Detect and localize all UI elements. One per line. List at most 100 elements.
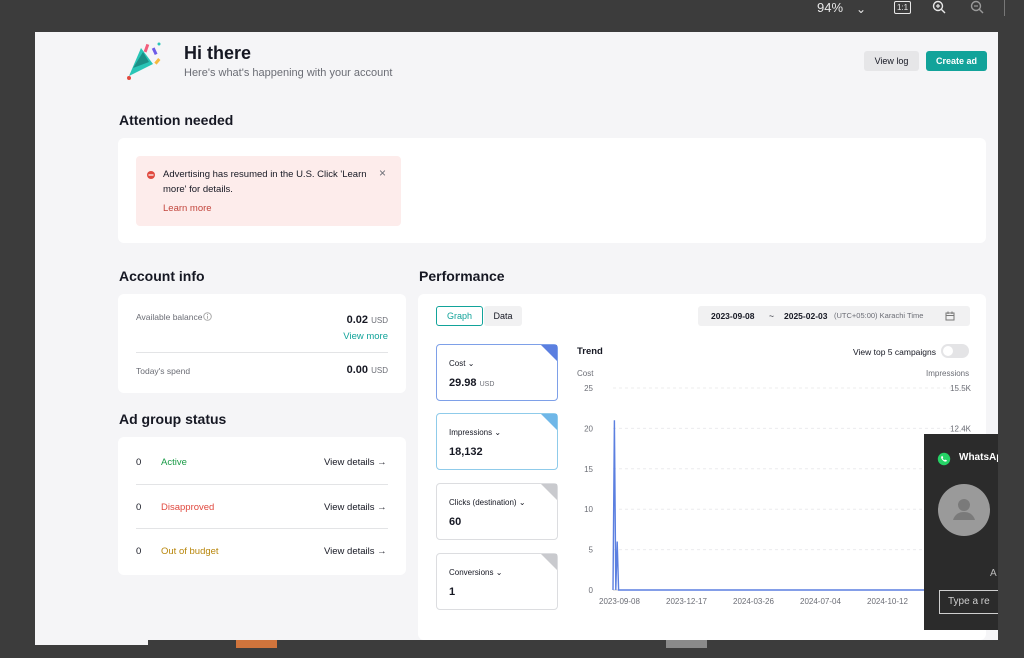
info-icon[interactable]: [203, 312, 212, 321]
metric-unit: USD: [479, 381, 495, 388]
party-popper-icon: [127, 42, 161, 80]
viewer-toolbar: [0, 0, 1024, 32]
balance-unit: USD: [371, 316, 388, 325]
balance-label: Available balance: [136, 312, 203, 322]
selected-corner-mark: [541, 414, 557, 430]
y-tick-label: 15: [584, 465, 593, 474]
metric-card-clicks[interactable]: Clicks (destination) ⌄ 60: [436, 483, 558, 540]
metric-label: Cost ⌄: [449, 359, 475, 368]
balance-value: 0.02 USD: [347, 314, 388, 326]
attention-heading: Attention needed: [119, 112, 234, 128]
metric-card-impressions[interactable]: Impressions ⌄ 18,132: [436, 413, 558, 470]
right-y-tick-label: 12.4K: [950, 424, 972, 433]
whatsapp-icon: [937, 452, 951, 466]
left-axis-label: Cost: [577, 369, 594, 378]
top5-toggle[interactable]: [941, 344, 969, 358]
metric-label: Impressions ⌄: [449, 428, 502, 437]
avatar: [938, 484, 990, 536]
top5-label: View top 5 campaigns: [853, 347, 937, 357]
viewer-bottom-strip: [35, 640, 998, 658]
bottom-page-edge: [35, 640, 148, 645]
metric-label: Clicks (destination) ⌄: [449, 498, 526, 507]
status-count: 0: [136, 546, 142, 557]
right-y-tick-label: 15.5K: [950, 384, 972, 393]
view-details-link[interactable]: View details →: [324, 502, 387, 513]
chevron-down-icon: ⌄: [495, 568, 503, 577]
view-details-label: View details: [324, 546, 375, 557]
date-end: 2025-02-03: [784, 311, 828, 321]
timezone: (UTC+05:00) Karachi Time: [834, 311, 924, 320]
right-axis-label: Impressions: [926, 369, 970, 378]
chevron-down-icon[interactable]: ⌄: [856, 2, 866, 16]
spend-unit: USD: [371, 366, 388, 375]
attention-card: Advertising has resumed in the U.S. Clic…: [118, 138, 986, 243]
account-info-heading: Account info: [119, 268, 205, 284]
x-tick-label: 2023-09-08: [599, 597, 640, 606]
performance-card: Graph Data 2023-09-08 ~ 2025-02-03 (UTC+…: [418, 294, 986, 640]
spend-value: 0.00 USD: [347, 364, 388, 376]
view-details-link[interactable]: View details →: [324, 457, 387, 468]
series-line-cost: [612, 420, 972, 591]
account-info-card: Available balance 0.02 USD View more Tod…: [118, 294, 406, 393]
whatsapp-message-input[interactable]: Type a re: [939, 590, 998, 614]
zoom-in-icon[interactable]: [932, 0, 946, 14]
x-tick-label: 2024-07-04: [800, 597, 841, 606]
status-label: Active: [161, 457, 187, 468]
scroll-marker: [236, 640, 277, 648]
whatsapp-truncated-text: A: [990, 568, 997, 579]
date-start: 2023-09-08: [711, 311, 755, 321]
x-tick-label: 2024-10-12: [867, 597, 908, 606]
view-details-link[interactable]: View details →: [324, 546, 387, 557]
status-count: 0: [136, 457, 142, 468]
metric-card-cost[interactable]: Cost ⌄ 29.98 USD: [436, 344, 558, 401]
chevron-down-icon: ⌄: [494, 428, 502, 437]
metric-label: Conversions ⌄: [449, 568, 503, 577]
corner-mark: [541, 554, 557, 570]
scroll-marker: [666, 640, 707, 648]
corner-mark: [541, 484, 557, 500]
arrow-right-icon: →: [377, 457, 387, 468]
divider: [136, 484, 388, 485]
metric-card-conversions[interactable]: Conversions ⌄ 1: [436, 553, 558, 610]
balance-amount: 0.02: [346, 314, 369, 326]
y-tick-label: 0: [589, 586, 594, 595]
date-range-picker[interactable]: 2023-09-08 ~ 2025-02-03 (UTC+05:00) Kara…: [698, 306, 970, 326]
close-icon[interactable]: ×: [379, 166, 386, 180]
x-tick-label: 2024-03-26: [733, 597, 774, 606]
page-subtitle: Here's what's happening with your accoun…: [184, 67, 393, 79]
y-tick-label: 20: [584, 424, 593, 433]
create-ad-button[interactable]: Create ad: [926, 51, 987, 71]
notice-banner: Advertising has resumed in the U.S. Clic…: [136, 156, 401, 226]
toggle-knob: [943, 346, 953, 356]
arrow-right-icon: →: [377, 546, 387, 557]
status-count: 0: [136, 502, 142, 513]
learn-more-link[interactable]: Learn more: [163, 203, 212, 214]
zoom-out-icon[interactable]: [970, 0, 984, 14]
trend-chart: 25 20 15 10 5 0 15.5K 12.4K 2023-09-08 2023-12-17…: [577, 384, 973, 606]
view-more-link[interactable]: View more: [343, 331, 388, 342]
metric-value: 18,132: [449, 446, 483, 458]
actual-size-icon[interactable]: 1:1: [894, 1, 912, 14]
view-log-button[interactable]: View log: [864, 51, 919, 71]
ad-group-heading: Ad group status: [119, 411, 227, 427]
divider: [136, 352, 388, 353]
selected-corner-mark: [541, 345, 557, 361]
ads-dashboard-page: Hi there Here's what's happening with yo…: [35, 32, 998, 640]
y-tick-label: 5: [589, 546, 594, 555]
error-icon: [147, 171, 155, 179]
toolbar-divider: [1004, 0, 1005, 16]
tab-graph[interactable]: Graph: [436, 306, 483, 326]
calendar-icon: [945, 311, 955, 321]
x-tick-label: 2023-12-17: [666, 597, 707, 606]
trend-chart-svg: 25 20 15 10 5 0 15.5K 12.4K 2023-09-08 2023-12-17…: [584, 384, 973, 606]
page-title: Hi there: [184, 43, 252, 63]
whatsapp-title: WhatsApp: [959, 452, 998, 463]
date-separator: ~: [769, 311, 774, 321]
chevron-down-icon: ⌄: [518, 498, 526, 507]
spend-label: Today's spend: [136, 366, 191, 376]
y-tick-label: 25: [584, 384, 593, 393]
view-details-label: View details: [324, 502, 375, 513]
tab-data[interactable]: Data: [484, 306, 522, 326]
view-details-label: View details: [324, 457, 375, 468]
metric-value: 60: [449, 516, 462, 528]
